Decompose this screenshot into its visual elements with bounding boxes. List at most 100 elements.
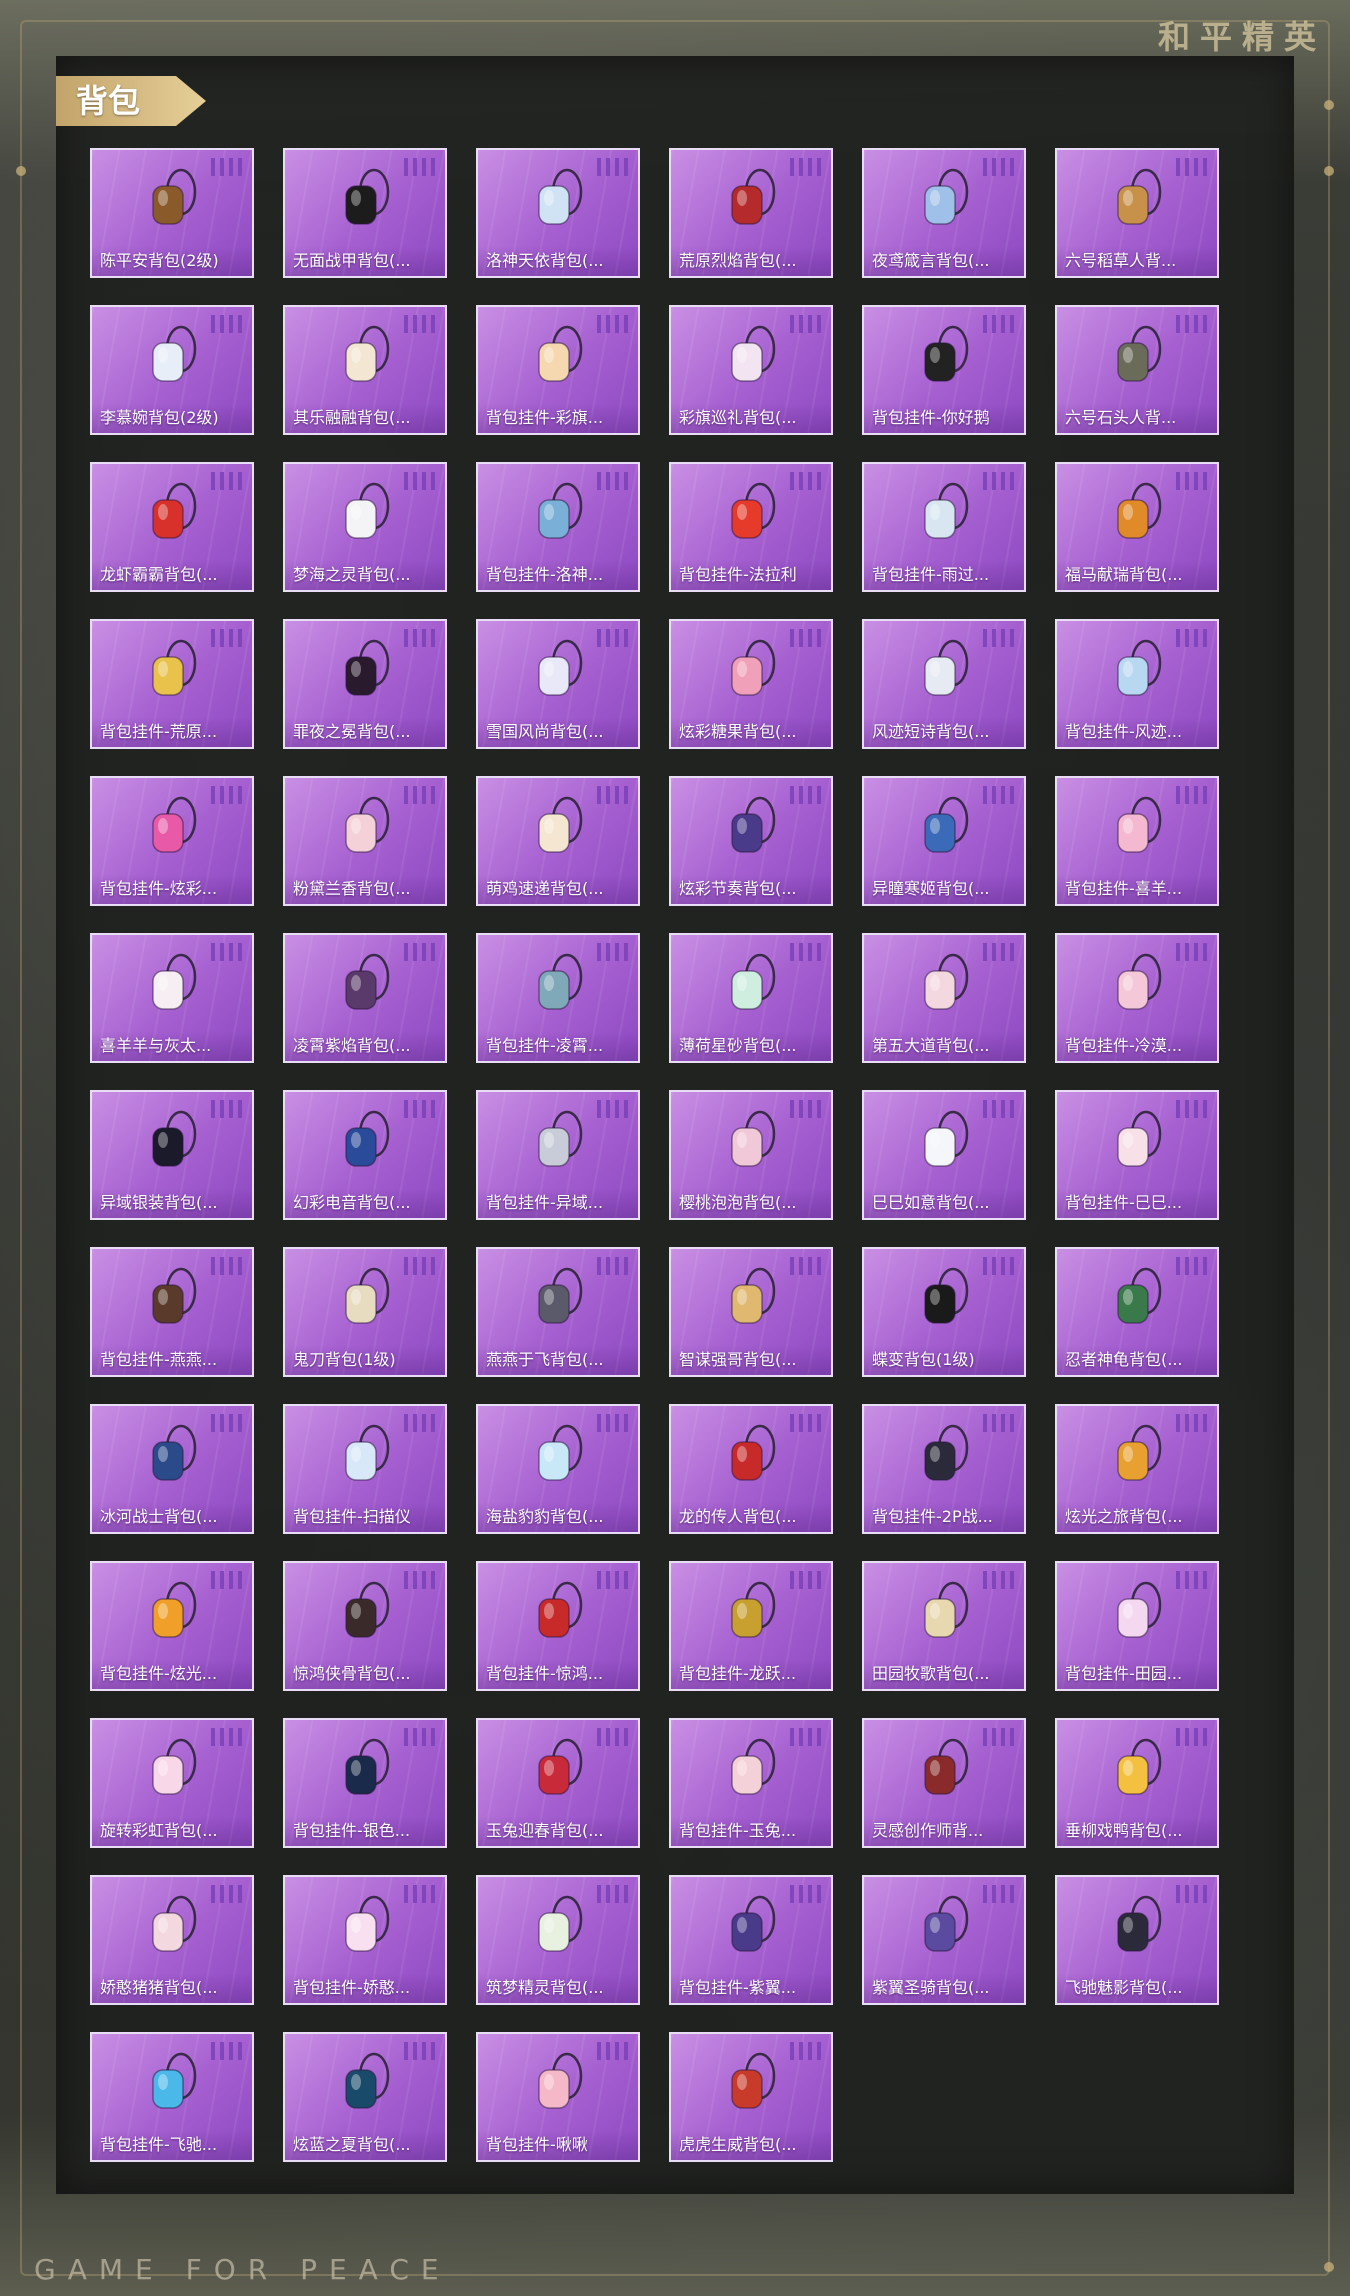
item-card[interactable]: 娇憨猪猪背包(... — [90, 1875, 254, 2005]
item-card[interactable]: 背包挂件-你好鹅 — [862, 305, 1026, 435]
item-card[interactable]: 六号稻草人背... — [1055, 148, 1219, 278]
item-card[interactable]: 玉兔迎春背包(... — [476, 1718, 640, 1848]
item-card[interactable]: 鬼刀背包(1级) — [283, 1247, 447, 1377]
pink-bunny-backpack-icon — [345, 796, 390, 853]
item-card[interactable]: 燕燕于飞背包(... — [476, 1247, 640, 1377]
item-card[interactable]: 背包挂件-冷漠... — [1055, 933, 1219, 1063]
item-card[interactable]: 背包挂件-喜羊... — [1055, 776, 1219, 906]
item-card[interactable]: 背包挂件-龙跃... — [669, 1561, 833, 1691]
item-card[interactable]: 紫翼圣骑背包(... — [862, 1875, 1026, 2005]
item-card[interactable]: 背包挂件-荒原... — [90, 619, 254, 749]
item-card[interactable]: 背包挂件-巳巳... — [1055, 1090, 1219, 1220]
item-card[interactable]: 背包挂件-异域... — [476, 1090, 640, 1220]
item-card[interactable]: 荒原烈焰背包(... — [669, 148, 833, 278]
item-card[interactable]: 风迹短诗背包(... — [862, 619, 1026, 749]
item-card[interactable]: 洛神天依背包(... — [476, 148, 640, 278]
stone-golem-backpack-icon — [1117, 325, 1162, 382]
item-card[interactable]: 无面战甲背包(... — [283, 148, 447, 278]
item-card[interactable]: 李慕婉背包(2级) — [90, 305, 254, 435]
item-card[interactable]: 背包挂件-燕燕... — [90, 1247, 254, 1377]
item-card[interactable]: 樱桃泡泡背包(... — [669, 1090, 833, 1220]
item-card[interactable]: 背包挂件-田园... — [1055, 1561, 1219, 1691]
quality-bars-icon — [211, 1414, 242, 1432]
item-card[interactable]: 背包挂件-紫翼... — [669, 1875, 833, 2005]
item-card[interactable]: 背包挂件-2P战... — [862, 1404, 1026, 1534]
item-card[interactable]: 炫彩节奏背包(... — [669, 776, 833, 906]
item-card[interactable]: 梦海之灵背包(... — [283, 462, 447, 592]
item-card[interactable]: 背包挂件-银色... — [283, 1718, 447, 1848]
item-card[interactable]: 背包挂件-彩旗... — [476, 305, 640, 435]
item-name: 陈平安背包(2级) — [92, 246, 252, 276]
item-card[interactable]: 薄荷星砂背包(... — [669, 933, 833, 1063]
item-card[interactable]: 背包挂件-风迹... — [1055, 619, 1219, 749]
item-name: 背包挂件-冷漠... — [1057, 1031, 1217, 1061]
item-card[interactable]: 背包挂件-娇憨... — [283, 1875, 447, 2005]
item-card[interactable]: 喜羊羊与灰太... — [90, 933, 254, 1063]
item-card[interactable]: 异域银装背包(... — [90, 1090, 254, 1220]
item-card[interactable]: 粉黛兰香背包(... — [283, 776, 447, 906]
quality-bars-icon — [983, 1414, 1014, 1432]
frame-dot — [1324, 2262, 1334, 2272]
item-card[interactable]: 飞驰魅影背包(... — [1055, 1875, 1219, 2005]
woven-basket-backpack-icon — [152, 168, 197, 225]
item-card[interactable]: 福马献瑞背包(... — [1055, 462, 1219, 592]
item-card[interactable]: 背包挂件-雨过... — [862, 462, 1026, 592]
item-card[interactable]: 萌鸡速递背包(... — [476, 776, 640, 906]
item-card[interactable]: 筑梦精灵背包(... — [476, 1875, 640, 2005]
item-card[interactable]: 彩旗巡礼背包(... — [669, 305, 833, 435]
quality-bars-icon — [597, 943, 628, 961]
quality-bars-icon — [1176, 786, 1207, 804]
quality-bars-icon — [404, 1571, 435, 1589]
sheep-backpack-icon — [152, 953, 197, 1010]
item-card[interactable]: 夜鸢箴言背包(... — [862, 148, 1026, 278]
item-card[interactable]: 田园牧歌背包(... — [862, 1561, 1026, 1691]
item-card[interactable]: 陈平安背包(2级) — [90, 148, 254, 278]
quality-bars-icon — [404, 1885, 435, 1903]
item-card[interactable]: 幻彩电音背包(... — [283, 1090, 447, 1220]
item-card[interactable]: 第五大道背包(... — [862, 933, 1026, 1063]
item-card[interactable]: 炫彩糖果背包(... — [669, 619, 833, 749]
item-card[interactable]: 背包挂件-炫彩... — [90, 776, 254, 906]
item-card[interactable]: 海盐豹豹背包(... — [476, 1404, 640, 1534]
item-card[interactable]: 灵感创作师背... — [862, 1718, 1026, 1848]
item-card[interactable]: 垂柳戏鸭背包(... — [1055, 1718, 1219, 1848]
item-card[interactable]: 背包挂件-洛神... — [476, 462, 640, 592]
quality-bars-icon — [404, 629, 435, 647]
item-name: 炫彩节奏背包(... — [671, 874, 831, 904]
item-name: 炫彩糖果背包(... — [671, 717, 831, 747]
jade-rabbit-backpack-icon — [538, 1738, 583, 1795]
quality-bars-icon — [597, 1414, 628, 1432]
item-card[interactable]: 背包挂件-啾啾 — [476, 2032, 640, 2162]
item-card[interactable]: 蝶变背包(1级) — [862, 1247, 1026, 1377]
item-card[interactable]: 惊鸿侠骨背包(... — [283, 1561, 447, 1691]
item-card[interactable]: 冰河战士背包(... — [90, 1404, 254, 1534]
item-card[interactable]: 其乐融融背包(... — [283, 305, 447, 435]
item-card[interactable]: 背包挂件-法拉利 — [669, 462, 833, 592]
item-card[interactable]: 龙虾霸霸背包(... — [90, 462, 254, 592]
duck-backpack-icon — [1117, 1738, 1162, 1795]
item-card[interactable]: 背包挂件-扫描仪 — [283, 1404, 447, 1534]
item-card[interactable]: 雪国风尚背包(... — [476, 619, 640, 749]
item-card[interactable]: 六号石头人背... — [1055, 305, 1219, 435]
item-card[interactable]: 罪夜之冕背包(... — [283, 619, 447, 749]
item-card[interactable]: 忍者神龟背包(... — [1055, 1247, 1219, 1377]
item-card[interactable]: 旋转彩虹背包(... — [90, 1718, 254, 1848]
item-card[interactable]: 凌霄紫焰背包(... — [283, 933, 447, 1063]
item-name: 燕燕于飞背包(... — [478, 1345, 638, 1375]
item-card[interactable]: 背包挂件-凌霄... — [476, 933, 640, 1063]
item-card[interactable]: 龙的传人背包(... — [669, 1404, 833, 1534]
item-name: 背包挂件-彩旗... — [478, 403, 638, 433]
item-card[interactable]: 虎虎生威背包(... — [669, 2032, 833, 2162]
item-card[interactable]: 炫蓝之夏背包(... — [283, 2032, 447, 2162]
item-card[interactable]: 背包挂件-玉兔... — [669, 1718, 833, 1848]
item-card[interactable]: 巳巳如意背包(... — [862, 1090, 1026, 1220]
item-card[interactable]: 背包挂件-炫光... — [90, 1561, 254, 1691]
item-name: 鬼刀背包(1级) — [285, 1345, 445, 1375]
item-card[interactable]: 智谋强哥背包(... — [669, 1247, 833, 1377]
spirit-backpack-icon — [345, 482, 390, 539]
item-card[interactable]: 炫光之旅背包(... — [1055, 1404, 1219, 1534]
knight-backpack-icon — [345, 1581, 390, 1638]
item-card[interactable]: 背包挂件-惊鸿... — [476, 1561, 640, 1691]
item-card[interactable]: 背包挂件-飞驰... — [90, 2032, 254, 2162]
item-card[interactable]: 异瞳寒姬背包(... — [862, 776, 1026, 906]
